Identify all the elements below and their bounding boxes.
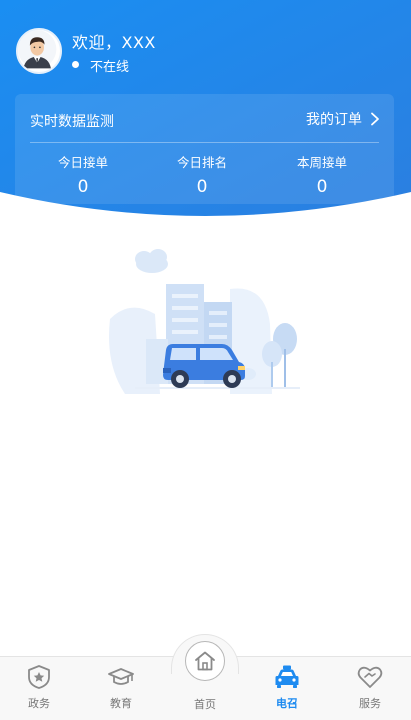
stat-label: 本周接单 bbox=[296, 155, 347, 170]
stat-value: 0 bbox=[196, 177, 208, 197]
online-status-text: 不在线 bbox=[90, 60, 130, 75]
realtime-monitor-card: 实时数据监测 我的订单 今日接单 0 今日排名 0 本周接单 0 bbox=[15, 94, 394, 204]
tab-label: 服务 bbox=[359, 697, 381, 710]
tab-label: 首页 bbox=[194, 698, 216, 711]
driver-home-screen: 欢迎，XXX 不在线 实时数据监测 我的订单 今日接单 0 今日排名 0 本周接… bbox=[0, 0, 411, 720]
stat-value: 0 bbox=[316, 177, 328, 197]
stat-today-orders: 今日接单 0 bbox=[23, 152, 143, 197]
home-icon bbox=[195, 651, 215, 671]
card-divider bbox=[30, 142, 379, 143]
my-orders-label: 我的订单 bbox=[306, 112, 362, 128]
tab-education[interactable]: 教育 bbox=[86, 664, 156, 716]
tab-service[interactable]: 服务 bbox=[335, 664, 405, 716]
my-orders-link[interactable]: 我的订单 bbox=[306, 109, 380, 129]
tab-label: 电召 bbox=[276, 697, 298, 710]
card-title: 实时数据监测 bbox=[30, 114, 114, 130]
tab-label: 政务 bbox=[28, 697, 50, 710]
user-avatar-icon bbox=[18, 30, 57, 69]
stat-label: 今日接单 bbox=[57, 155, 108, 170]
tab-dispatch[interactable]: 电召 bbox=[252, 664, 322, 716]
empty-state-illustration bbox=[109, 249, 300, 394]
avatar[interactable] bbox=[16, 28, 62, 74]
tab-home[interactable]: 首页 bbox=[176, 641, 234, 716]
cloud-icon bbox=[135, 249, 168, 273]
online-status-dot bbox=[72, 61, 79, 68]
stat-week-orders: 本周接单 0 bbox=[262, 152, 382, 197]
heart-handshake-icon bbox=[357, 666, 383, 688]
stat-today-rank: 今日排名 0 bbox=[142, 152, 262, 197]
home-circle bbox=[185, 641, 225, 681]
chevron-right-icon bbox=[371, 112, 379, 126]
tab-label: 教育 bbox=[110, 697, 132, 710]
stat-value: 0 bbox=[77, 177, 89, 197]
graduation-cap-icon bbox=[108, 668, 134, 685]
stat-label: 今日排名 bbox=[176, 155, 227, 170]
shield-star-icon bbox=[28, 665, 50, 689]
welcome-text: 欢迎，XXX bbox=[72, 33, 156, 52]
tab-government[interactable]: 政务 bbox=[4, 664, 74, 716]
taxi-icon bbox=[275, 665, 299, 688]
